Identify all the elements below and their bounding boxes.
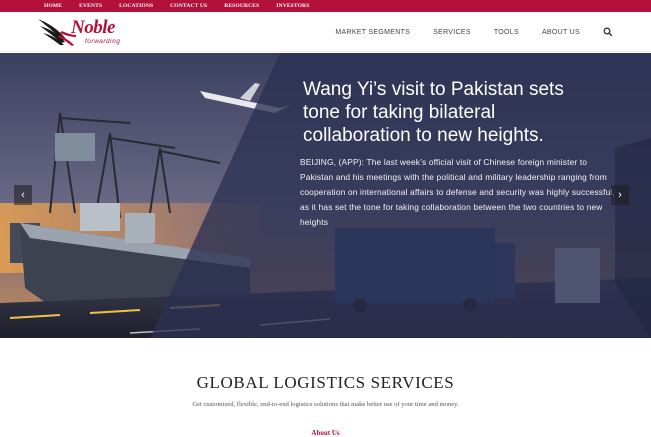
slider-prev-button[interactable]: ‹ (14, 185, 32, 205)
chevron-right-icon: › (618, 189, 622, 201)
nav-tools[interactable]: TOOLS (494, 29, 519, 36)
main-nav: MARKET SEGMENTS SERVICES TOOLS ABOUT US (312, 12, 613, 52)
nav-services[interactable]: SERVICES (433, 29, 471, 36)
about-us-link[interactable]: About Us (0, 429, 651, 437)
slider-next-button[interactable]: › (611, 185, 629, 205)
logo[interactable]: Noble forwarding (36, 17, 136, 51)
top-nav: HOME EVENTS LOCATIONS CONTACT US RESOURC… (44, 0, 326, 12)
top-nav-events[interactable]: EVENTS (79, 0, 102, 12)
logo-tagline: forwarding (85, 38, 121, 45)
search-icon[interactable] (603, 27, 613, 37)
top-nav-home[interactable]: HOME (44, 0, 62, 12)
section-subtitle: Get customized, flexible, end-to-end log… (192, 401, 459, 408)
eagle-wing-icon (38, 19, 76, 46)
nav-market-segments[interactable]: MARKET SEGMENTS (335, 29, 410, 36)
top-nav-contact-us[interactable]: CONTACT US (170, 0, 207, 12)
top-nav-investors[interactable]: INVESTORS (276, 0, 309, 12)
logo-name: Noble (71, 17, 115, 38)
top-utility-bar: HOME EVENTS LOCATIONS CONTACT US RESOURC… (0, 0, 651, 12)
section-title: GLOBAL LOGISTICS SERVICES (196, 373, 455, 392)
slide-title: Wang Yi’s visit to Pakistan sets tone fo… (303, 79, 564, 146)
hero-slider: Wang Yi’s visit to Pakistan sets tone fo… (0, 53, 651, 338)
slide-body: BEIJING, (APP): The last week’s official… (300, 157, 615, 227)
nav-about-us[interactable]: ABOUT US (542, 29, 580, 36)
top-nav-resources[interactable]: RESOURCES (224, 0, 259, 12)
top-nav-locations[interactable]: LOCATIONS (119, 0, 153, 12)
site-header: Noble forwarding MARKET SEGMENTS SERVICE… (0, 12, 651, 52)
chevron-left-icon: ‹ (21, 189, 25, 201)
